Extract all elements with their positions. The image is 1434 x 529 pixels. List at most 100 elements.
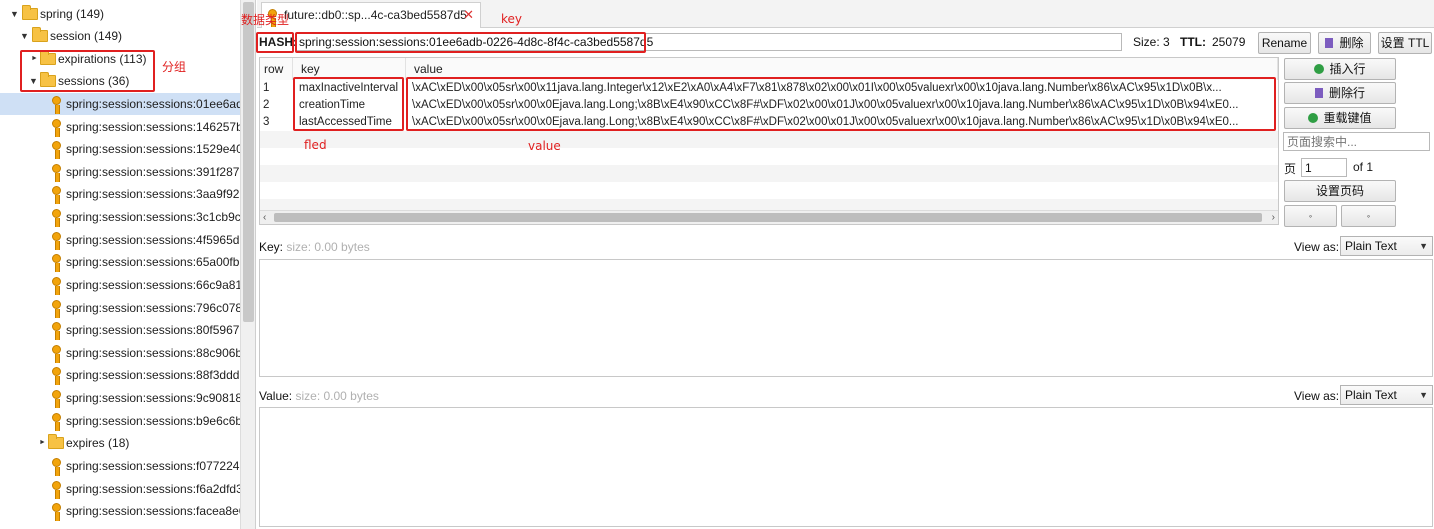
key-icon bbox=[52, 186, 61, 204]
key-format-select[interactable]: Plain Text ▼ bbox=[1340, 236, 1433, 256]
tab-bar: future::db0::sp...4c-ca3bed5587d5 ✕ bbox=[257, 0, 1434, 28]
key-icon bbox=[52, 458, 61, 476]
tree-key-item[interactable]: spring:session:sessions:796c078f bbox=[0, 297, 240, 319]
key-view-as-label: View as: bbox=[1294, 240, 1340, 254]
tree-node-spring[interactable]: ▼ spring (149) bbox=[0, 3, 240, 25]
annotation-value: value bbox=[528, 139, 561, 153]
tree-key-item[interactable]: spring:session:sessions:391f287c bbox=[0, 161, 240, 183]
tab-title: future::db0::sp...4c-ca3bed5587d5 bbox=[284, 8, 467, 22]
prev-page-button[interactable]: ◦ bbox=[1284, 205, 1337, 227]
key-icon bbox=[52, 503, 61, 521]
value-format-select[interactable]: Plain Text ▼ bbox=[1340, 385, 1433, 405]
expand-arrow-icon[interactable]: ▼ bbox=[20, 25, 29, 47]
tree-scrollbar[interactable] bbox=[240, 0, 255, 529]
empty-row bbox=[260, 131, 1278, 148]
delete-row-button[interactable]: 删除行 bbox=[1284, 82, 1396, 104]
plus-icon bbox=[1314, 64, 1325, 74]
chevron-down-icon: ▼ bbox=[1419, 390, 1428, 400]
annotation-box-group bbox=[20, 50, 155, 92]
annotation-box-value bbox=[406, 77, 1276, 131]
scroll-right-icon[interactable]: › bbox=[1272, 211, 1275, 224]
annotation-key: key bbox=[501, 12, 523, 26]
page-count: of 1 bbox=[1353, 160, 1374, 174]
scrollbar-thumb[interactable] bbox=[243, 2, 254, 322]
value-view-as-label: View as: bbox=[1294, 389, 1340, 403]
collapse-arrow-icon[interactable]: ► bbox=[39, 432, 46, 454]
key-icon bbox=[52, 254, 61, 272]
tree-key-item[interactable]: spring:session:sessions:9c90818b bbox=[0, 387, 240, 409]
tree-key-item[interactable]: spring:session:sessions:65a00fb7 bbox=[0, 251, 240, 273]
expand-arrow-icon[interactable]: ▼ bbox=[10, 3, 19, 25]
size-label: Size: 3 bbox=[1133, 35, 1170, 49]
tree-key-item[interactable]: spring:session:sessions:3c1cb9cd bbox=[0, 206, 240, 228]
ttl-value: 25079 bbox=[1212, 35, 1246, 49]
tree-key-item[interactable]: spring:session:sessions:01ee6adb bbox=[0, 93, 240, 115]
ttl-label: TTL: bbox=[1180, 35, 1206, 49]
reload-value-button[interactable]: 重载键值 bbox=[1284, 107, 1396, 129]
set-ttl-button[interactable]: 设置 TTL bbox=[1378, 32, 1432, 54]
annotation-box-field bbox=[293, 77, 404, 131]
next-icon: ◦ bbox=[1366, 211, 1371, 221]
next-page-button[interactable]: ◦ bbox=[1341, 205, 1396, 227]
tree-key-item[interactable]: spring:session:sessions:f6a2dfd3- bbox=[0, 478, 240, 500]
key-icon bbox=[52, 96, 61, 114]
annotation-data-type: 数据类型 bbox=[241, 13, 290, 27]
rename-button[interactable]: Rename bbox=[1258, 32, 1311, 54]
column-header-row[interactable]: row bbox=[260, 58, 293, 80]
key-icon bbox=[52, 481, 61, 499]
reload-icon bbox=[1308, 113, 1319, 123]
key-icon bbox=[52, 209, 61, 227]
chevron-down-icon: ▼ bbox=[1419, 241, 1428, 251]
value-text-area[interactable] bbox=[259, 407, 1433, 527]
tree-key-item[interactable]: spring:session:sessions:88c906bf bbox=[0, 342, 240, 364]
delete-button[interactable]: 删除 bbox=[1318, 32, 1371, 54]
tree-key-item[interactable]: spring:session:sessions:66c9a817 bbox=[0, 274, 240, 296]
key-icon bbox=[52, 345, 61, 363]
set-page-button[interactable]: 设置页码 bbox=[1284, 180, 1396, 202]
tree-key-item[interactable]: spring:session:sessions:146257be bbox=[0, 116, 240, 138]
tree-key-item[interactable]: spring:session:sessions:88f3ddd3 bbox=[0, 364, 240, 386]
key-icon bbox=[52, 367, 61, 385]
annotation-field: fled bbox=[304, 138, 327, 152]
annotation-box-data-type bbox=[256, 32, 294, 53]
key-icon bbox=[52, 119, 61, 137]
tree-key-item[interactable]: spring:session:sessions:80f59672 bbox=[0, 319, 240, 341]
key-icon bbox=[52, 390, 61, 408]
tab-key[interactable]: future::db0::sp...4c-ca3bed5587d5 ✕ bbox=[261, 2, 481, 28]
table-horizontal-scrollbar[interactable]: ‹ › bbox=[260, 210, 1278, 224]
close-icon[interactable]: ✕ bbox=[463, 3, 474, 27]
empty-row bbox=[260, 165, 1278, 182]
folder-icon bbox=[32, 27, 48, 42]
tree-node-session[interactable]: ▼ session (149) bbox=[0, 25, 240, 47]
key-icon bbox=[52, 164, 61, 182]
tree-key-item[interactable]: spring:session:sessions:1529e408 bbox=[0, 138, 240, 160]
key-icon bbox=[52, 413, 61, 431]
page-label: 页 bbox=[1284, 162, 1297, 176]
tree-key-item[interactable]: spring:session:sessions:4f5965d8 bbox=[0, 229, 240, 251]
annotation-box-key bbox=[295, 32, 646, 53]
key-pane-label: Key: size: 0.00 bytes bbox=[259, 240, 370, 254]
value-pane-label: Value: size: 0.00 bytes bbox=[259, 389, 379, 403]
insert-row-button[interactable]: 插入行 bbox=[1284, 58, 1396, 80]
key-text-area[interactable] bbox=[259, 259, 1433, 377]
key-icon bbox=[52, 232, 61, 250]
folder-icon bbox=[22, 5, 38, 20]
scrollbar-thumb[interactable] bbox=[274, 213, 1262, 222]
tree-key-item[interactable]: spring:session:sessions:f077224a bbox=[0, 455, 240, 477]
scroll-left-icon[interactable]: ‹ bbox=[263, 211, 266, 224]
key-icon bbox=[52, 300, 61, 318]
key-icon bbox=[52, 277, 61, 295]
tree-node-expires[interactable]: ► expires (18) bbox=[0, 432, 240, 454]
key-icon bbox=[52, 141, 61, 159]
annotation-group: 分组 bbox=[162, 60, 187, 74]
tree-key-item[interactable]: spring:session:sessions:facea8e6- bbox=[0, 500, 240, 522]
key-icon bbox=[52, 322, 61, 340]
page-number-field[interactable] bbox=[1301, 158, 1347, 177]
page-search-input[interactable] bbox=[1283, 132, 1430, 151]
trash-icon bbox=[1314, 88, 1323, 98]
prev-icon: ◦ bbox=[1308, 211, 1313, 221]
tree-key-item[interactable]: spring:session:sessions:b9e6c6b8 bbox=[0, 410, 240, 432]
tree-key-item[interactable]: spring:session:sessions:3aa9f928 bbox=[0, 183, 240, 205]
trash-icon bbox=[1325, 38, 1334, 48]
folder-icon bbox=[48, 434, 64, 449]
